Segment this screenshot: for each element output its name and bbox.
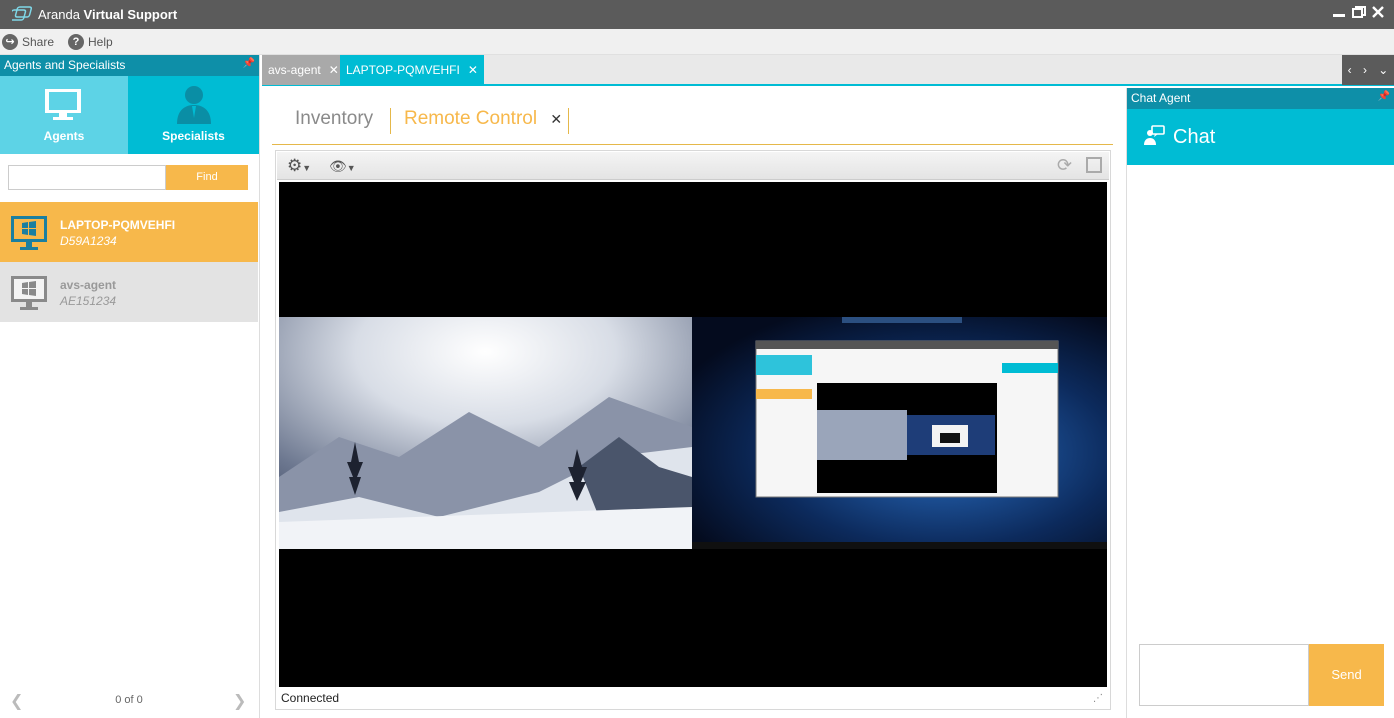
close-icon[interactable]	[1369, 5, 1387, 23]
eye-icon[interactable]: 👁▼	[329, 158, 356, 175]
monitor-windows-icon	[11, 276, 47, 310]
chat-message-input[interactable]	[1139, 644, 1309, 706]
agents-panel: Agents and Specialists 📌 Agents Speciali…	[0, 55, 260, 718]
tab-label: LAPTOP-PQMVEHFI	[346, 63, 460, 77]
tab-agents-label: Agents	[43, 129, 85, 143]
tab-laptop-pqmvehfi[interactable]: LAPTOP-PQMVEHFI ✕	[340, 55, 484, 85]
close-tab-icon[interactable]: ✕	[468, 63, 478, 77]
close-subtab-icon[interactable]: ✕	[550, 111, 562, 127]
refresh-icon[interactable]: ⟳	[1057, 155, 1072, 176]
tab-avs-agent[interactable]: avs-agent ✕	[262, 55, 345, 85]
share-label: Share	[22, 35, 55, 49]
agents-tabs: Agents Specialists	[0, 76, 259, 154]
app-logo-icon	[12, 6, 33, 21]
session-tabs: avs-agent ✕ LAPTOP-PQMVEHFI ✕ ‹ › ⌄	[262, 55, 1394, 86]
help-label: Help	[88, 35, 113, 49]
subtab-divider	[390, 108, 391, 134]
chevron-left-icon[interactable]: ‹	[1348, 63, 1352, 77]
next-page-icon[interactable]: ❯	[233, 691, 246, 711]
remote-monitor-left	[279, 317, 692, 549]
connection-status: Connected ⋰	[279, 689, 1107, 709]
chat-panel-header: Chat Agent 📌	[1127, 88, 1394, 109]
chat-header[interactable]: Chat	[1127, 109, 1394, 165]
agent-row-avs[interactable]: avs-agent AE151234	[0, 262, 258, 322]
subtab-inventory[interactable]: Inventory	[295, 108, 373, 130]
subtab-remote-control[interactable]: Remote Control ✕	[404, 108, 562, 130]
agents-panel-header: Agents and Specialists 📌	[0, 55, 259, 76]
app-title: Aranda Virtual Support	[38, 7, 178, 22]
agent-id: D59A1234	[60, 234, 117, 248]
pin-icon[interactable]: 📌	[243, 58, 255, 69]
connection-status-text: Connected	[281, 691, 340, 705]
chat-panel-title: Chat Agent	[1131, 91, 1191, 105]
subtab-underline	[272, 144, 1113, 145]
share-icon: ↪	[2, 34, 18, 50]
fullscreen-icon[interactable]	[1086, 157, 1102, 173]
help-icon: ?	[68, 34, 84, 50]
subtab-divider	[568, 108, 569, 134]
pager: ❮ 0 of 0 ❯	[0, 691, 258, 711]
help-button[interactable]: ? Help	[68, 33, 113, 51]
tab-label: avs-agent	[268, 63, 321, 77]
menu-bar: ↪ Share ? Help	[0, 29, 1394, 55]
agent-search-input[interactable]	[8, 165, 166, 190]
chat-title: Chat	[1173, 126, 1216, 148]
tab-specialists[interactable]: Specialists	[128, 76, 259, 154]
remote-toolbar: ⚙▼ 👁▼ ⟳	[277, 152, 1109, 180]
agents-panel-title: Agents and Specialists	[4, 58, 126, 72]
monitor-icon	[45, 89, 81, 120]
remote-control-frame: ⚙▼ 👁▼ ⟳ Connected ⋰	[275, 150, 1111, 710]
agent-id: AE151234	[60, 294, 117, 308]
chat-panel: Chat Agent 📌 Chat Send	[1126, 88, 1394, 718]
monitor-windows-icon	[11, 216, 47, 250]
remote-screen[interactable]	[279, 182, 1107, 687]
chevron-right-icon[interactable]: ›	[1363, 63, 1367, 77]
agent-name: LAPTOP-PQMVEHFI	[60, 218, 176, 232]
minimize-icon[interactable]	[1330, 5, 1348, 23]
title-bar: Aranda Virtual Support	[0, 0, 1394, 29]
send-button[interactable]: Send	[1309, 644, 1384, 706]
close-tab-icon[interactable]: ✕	[329, 63, 339, 77]
tab-agents[interactable]: Agents	[0, 76, 128, 154]
gear-icon[interactable]: ⚙▼	[287, 156, 311, 176]
resize-grip-icon[interactable]: ⋰	[1093, 693, 1103, 704]
tab-specialists-label: Specialists	[162, 129, 225, 143]
chevron-down-icon[interactable]: ⌄	[1378, 63, 1388, 77]
person-icon	[177, 86, 211, 124]
chat-icon	[1144, 125, 1165, 145]
tab-navigation: ‹ › ⌄	[1342, 55, 1394, 85]
agent-row-laptop[interactable]: LAPTOP-PQMVEHFI D59A1234	[0, 202, 258, 262]
pager-count: 0 of 0	[115, 694, 143, 706]
find-button[interactable]: Find	[166, 165, 248, 190]
remote-monitor-right	[692, 317, 1107, 549]
restore-icon[interactable]	[1350, 5, 1368, 23]
session-content: Inventory Remote Control ✕ ⚙▼ 👁▼ ⟳ Conne…	[262, 88, 1124, 718]
pin-icon[interactable]: 📌	[1378, 91, 1390, 102]
subtab-remote-control-label: Remote Control	[404, 108, 538, 129]
agent-name: avs-agent	[60, 278, 117, 292]
share-button[interactable]: ↪ Share	[2, 33, 54, 51]
